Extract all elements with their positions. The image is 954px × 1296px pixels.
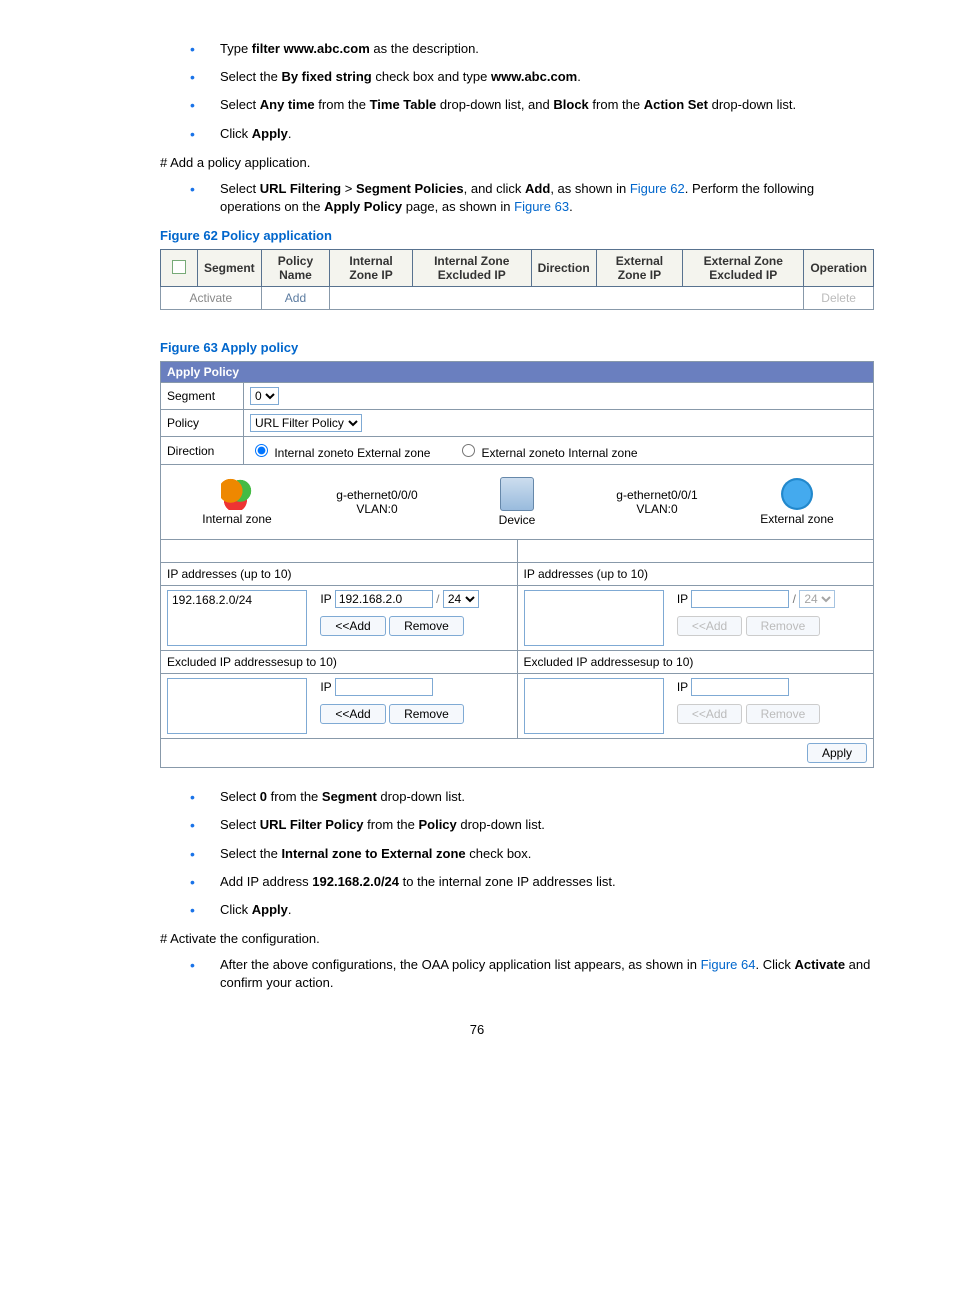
internal-zone-label: Internal zone [173,512,301,526]
globe-icon [781,478,813,510]
col-operation: Operation [804,250,874,287]
list-item: Type filter www.abc.com as the descripti… [160,40,874,58]
col-ext-zone-ip: External Zone IP [596,250,683,287]
direction-int-ext[interactable]: Internal zoneto External zone [250,446,430,460]
list-item: Click Apply. [160,901,874,919]
segment-label: Segment [161,383,244,410]
int-excl-field[interactable] [335,678,433,696]
apply-button[interactable]: Apply [807,743,867,763]
ext-excl-label: Excluded IP addressesup to 10) [517,651,874,674]
int-excl-label: Excluded IP addressesup to 10) [161,651,518,674]
col-ext-zone-excl-ip: External Zone Excluded IP [683,250,804,287]
policy-table: Segment Policy Name Internal Zone IP Int… [160,249,874,310]
list-item: Click Apply. [160,125,874,143]
device-label: Device [453,513,581,527]
direction-label: Direction [161,437,244,465]
external-zone-label: External zone [733,512,861,526]
ext-zone-hdr: External Zone Configuration [517,540,874,563]
list-item: After the above configurations, the OAA … [160,956,874,992]
add-link[interactable]: Add [261,287,330,310]
ext-excl-remove-button[interactable]: Remove [746,704,821,724]
device-icon [500,477,534,511]
int-zone-hdr: Internal Zone Configuration [161,540,518,563]
list-item: Select the Internal zone to External zon… [160,845,874,863]
figure-62-caption: Figure 62 Policy application [160,228,874,243]
hash-add-policy: # Add a policy application. [160,155,874,170]
instruction-list-2: Select URL Filtering > Segment Policies,… [160,180,874,216]
ext-excl-listbox[interactable] [524,678,664,734]
if-left: g-ethernet0/0/0VLAN:0 [313,488,441,517]
ext-ip-remove-button[interactable]: Remove [746,616,821,636]
instruction-list-3: Select 0 from the Segment drop-down list… [160,788,874,919]
list-item: Select 0 from the Segment drop-down list… [160,788,874,806]
int-ip-listbox[interactable]: 192.168.2.0/24 [167,590,307,646]
ip-prefix-label: IP [677,680,688,694]
int-ip-add-button[interactable]: <<Add [320,616,385,636]
link-figure-64[interactable]: Figure 64 [701,957,756,972]
ext-ip-listbox[interactable] [524,590,664,646]
delete-link[interactable]: Delete [804,287,874,310]
ext-ip-field[interactable] [691,590,789,608]
col-policy-name: Policy Name [261,250,330,287]
int-ip-field[interactable] [335,590,433,608]
int-excl-add-button[interactable]: <<Add [320,704,385,724]
apply-policy-panel: Apply Policy Segment 0 Policy URL Filter… [160,361,874,539]
ip-prefix-label: IP [677,592,688,606]
page-number: 76 [80,1022,874,1037]
ext-ip-label: IP addresses (up to 10) [517,563,874,586]
if-right: g-ethernet0/0/1VLAN:0 [593,488,721,517]
list-item: Select the By fixed string check box and… [160,68,874,86]
ext-excl-add-button[interactable]: <<Add [677,704,742,724]
int-ip-remove-button[interactable]: Remove [389,616,464,636]
zone-config-table: Internal Zone Configuration External Zon… [160,539,874,768]
list-item: Add IP address 192.168.2.0/24 to the int… [160,873,874,891]
instruction-list-4: After the above configurations, the OAA … [160,956,874,992]
policy-label: Policy [161,410,244,437]
col-segment: Segment [198,250,262,287]
figure-63-caption: Figure 63 Apply policy [160,340,874,355]
users-icon [221,478,253,510]
list-item: Select URL Filter Policy from the Policy… [160,816,874,834]
int-mask-select[interactable]: 24 [443,590,479,608]
direction-ext-int[interactable]: External zoneto Internal zone [457,446,637,460]
ext-mask-select[interactable]: 24 [799,590,835,608]
policy-select[interactable]: URL Filter Policy [250,414,362,432]
list-item: Select Any time from the Time Table drop… [160,96,874,114]
hash-activate: # Activate the configuration. [160,931,874,946]
panel-title: Apply Policy [161,362,874,383]
col-int-zone-ip: Internal Zone IP [330,250,413,287]
ext-excl-field[interactable] [691,678,789,696]
link-figure-62[interactable]: Figure 62 [630,181,685,196]
ip-prefix-label: IP [320,592,331,606]
int-excl-listbox[interactable] [167,678,307,734]
ip-prefix-label: IP [320,680,331,694]
col-int-zone-excl-ip: Internal Zone Excluded IP [412,250,531,287]
list-item: Select URL Filtering > Segment Policies,… [160,180,874,216]
activate-link[interactable]: Activate [161,287,262,310]
link-figure-63[interactable]: Figure 63 [514,199,569,214]
ext-ip-add-button[interactable]: <<Add [677,616,742,636]
instruction-list-1: Type filter www.abc.com as the descripti… [160,40,874,143]
segment-select[interactable]: 0 [250,387,279,405]
int-excl-remove-button[interactable]: Remove [389,704,464,724]
col-direction: Direction [531,250,596,287]
select-all-checkbox[interactable] [172,260,186,274]
int-ip-label: IP addresses (up to 10) [161,563,518,586]
